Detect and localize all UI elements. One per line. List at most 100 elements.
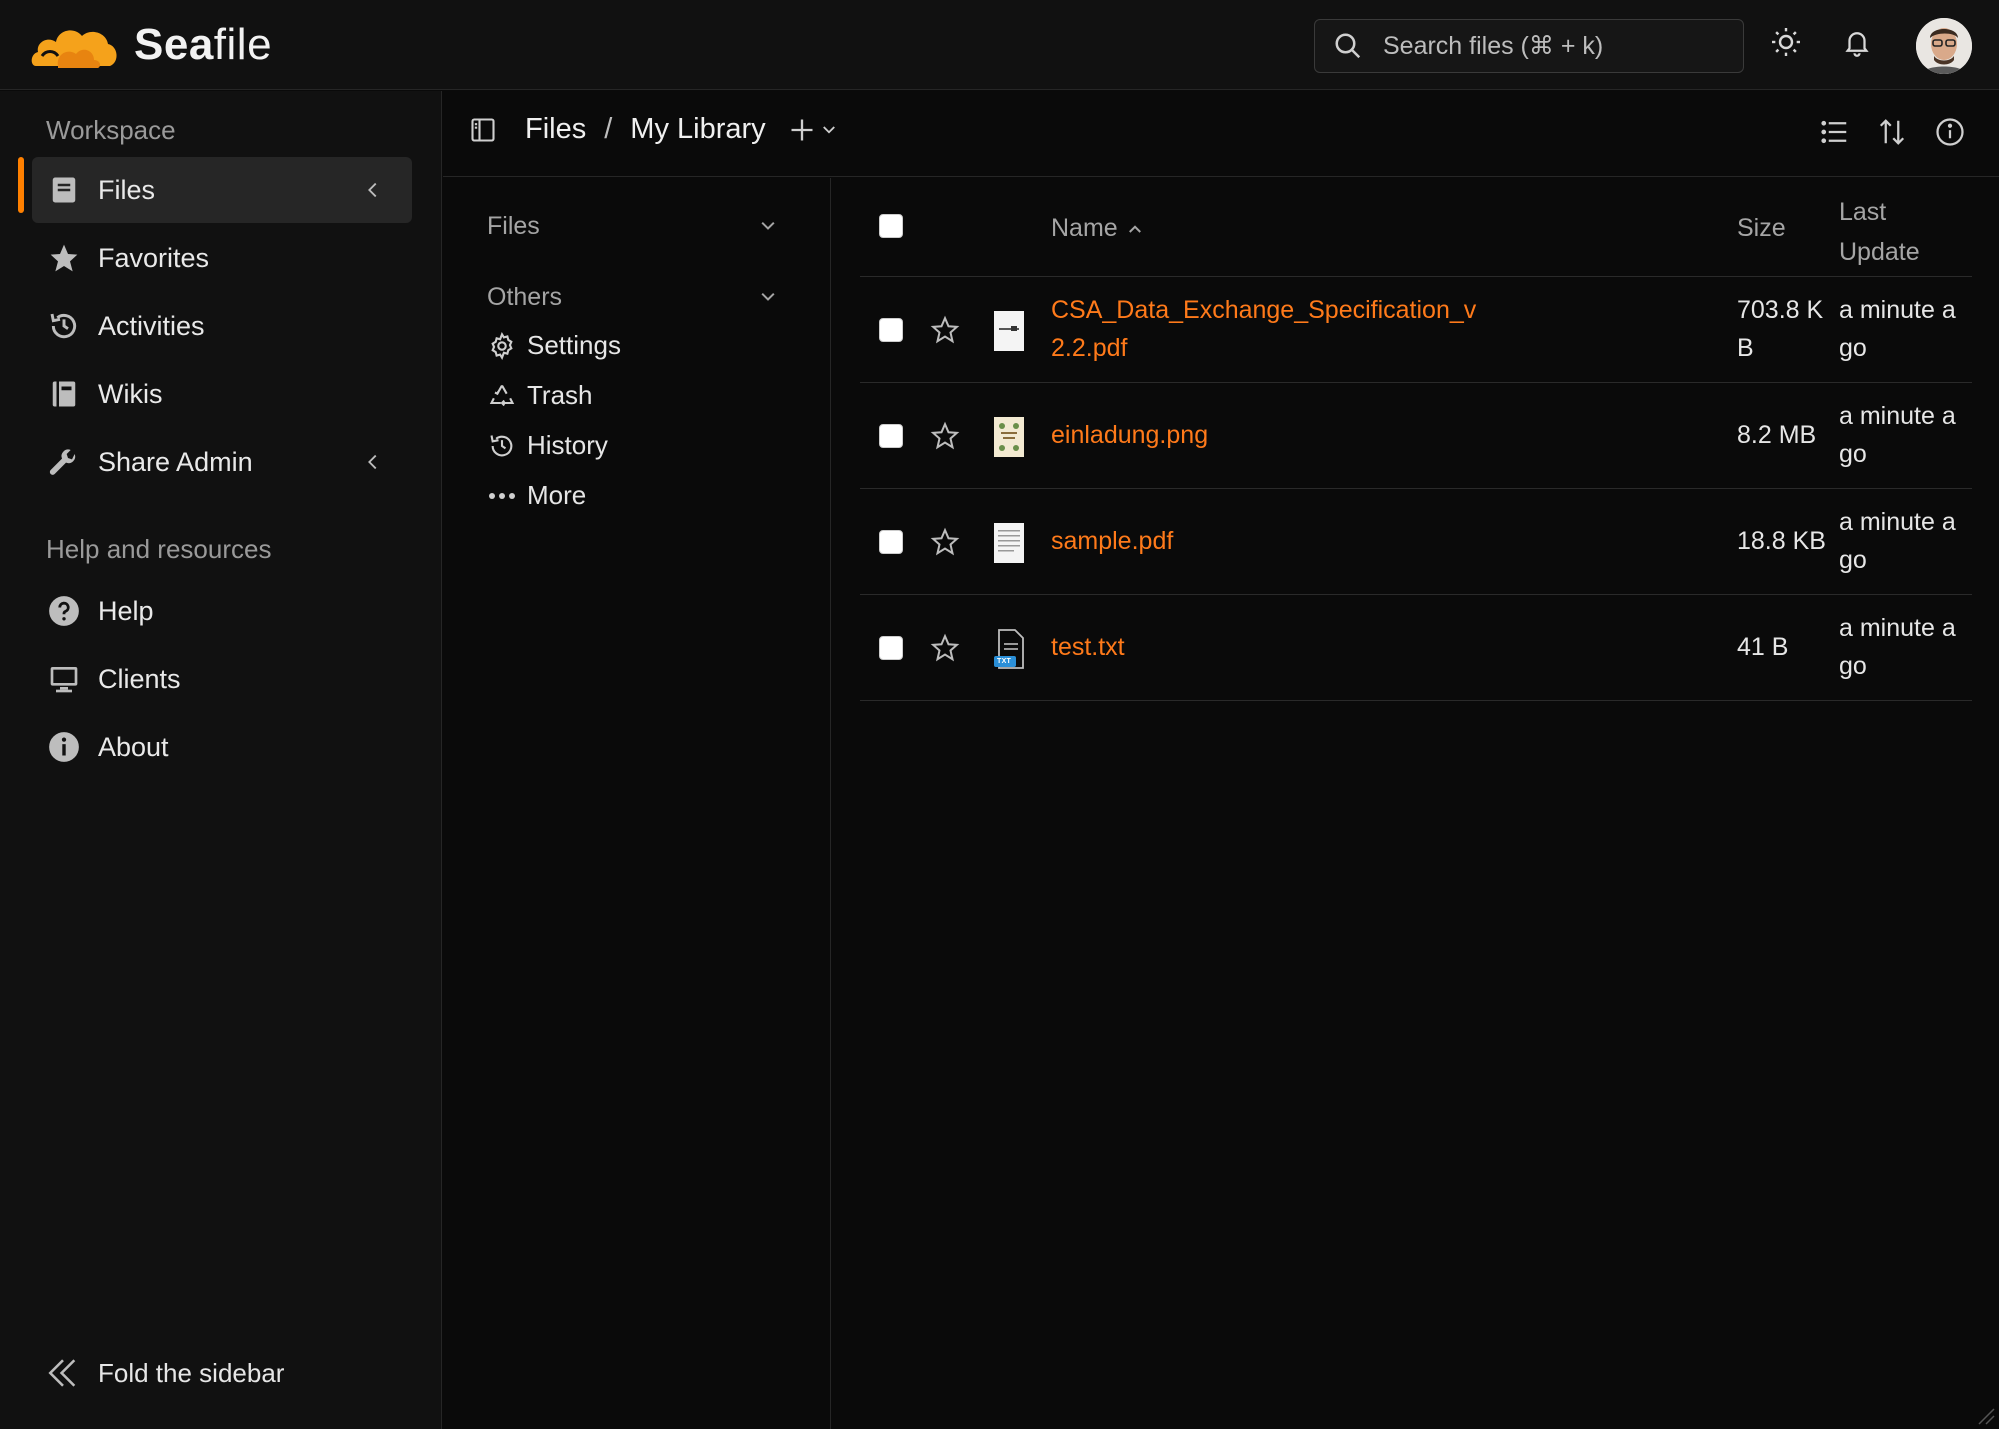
details-button[interactable] [1935, 117, 1965, 147]
column-last-update-header[interactable]: Last Update [1839, 192, 1920, 272]
breadcrumb-library[interactable]: My Library [630, 113, 765, 146]
table-row[interactable]: sample.pdf 18.8 KB a minute a go [860, 489, 1972, 595]
sidebar-item-label: About [98, 731, 169, 762]
more-icon [487, 481, 517, 511]
files-icon [46, 172, 82, 208]
file-size-line: 703.8 K [1737, 296, 1824, 324]
wiki-icon [46, 376, 82, 412]
tree-item-label: History [527, 430, 608, 460]
seafile-logo-icon [31, 30, 117, 68]
file-name-link[interactable]: CSA_Data_Exchange_Specification_v 2.2.pd… [1051, 291, 1511, 367]
library-tree-panel: Files Others Settings Trash History More [443, 178, 831, 1429]
file-name-line: CSA_Data_Exchange_Specification_v [1051, 296, 1477, 324]
sidebar-item-favorites[interactable]: Favorites [32, 225, 412, 291]
tree-item-trash[interactable]: Trash [487, 380, 593, 411]
tree-item-history[interactable]: History [487, 430, 608, 461]
sort-ascending-icon [1128, 224, 1141, 233]
favorite-star-icon[interactable] [930, 633, 960, 663]
activities-icon [46, 308, 82, 344]
file-date-line: go [1839, 334, 1867, 362]
column-size-header[interactable]: Size [1737, 214, 1786, 243]
collapse-chevron-icon[interactable] [362, 177, 384, 203]
favorite-star-icon[interactable] [930, 527, 960, 557]
column-last-update-label-2: Update [1839, 238, 1920, 266]
window-resize-grip[interactable] [1973, 1403, 1995, 1425]
file-name-link[interactable]: sample.pdf [1051, 522, 1511, 560]
file-last-update: a minute a go [1839, 503, 1969, 579]
file-size: 8.2 MB [1737, 416, 1847, 454]
file-table: Name Size Last Update CSA_Data_Exchange_… [860, 178, 1972, 701]
sidebar-item-clients[interactable]: Clients [32, 646, 412, 712]
tree-item-settings[interactable]: Settings [487, 330, 621, 361]
select-all-checkbox[interactable] [879, 214, 903, 238]
tree-item-more[interactable]: More [487, 480, 586, 511]
theme-toggle-button[interactable] [1770, 26, 1802, 58]
question-icon [46, 593, 82, 629]
file-last-update: a minute a go [1839, 291, 1969, 367]
sort-icon [1879, 119, 1905, 145]
file-date-line: go [1839, 546, 1867, 574]
tree-section-others[interactable]: Others [487, 283, 562, 312]
file-name-link[interactable]: test.txt [1051, 628, 1511, 666]
active-indicator [18, 157, 24, 213]
sidebar-item-label: Clients [98, 663, 181, 694]
chevron-down-icon[interactable] [758, 287, 778, 307]
seafile-logo[interactable]: Seafile [28, 14, 272, 76]
file-date-line: a minute a [1839, 508, 1956, 536]
tree-item-label: More [527, 480, 587, 510]
collapse-chevron-icon[interactable] [362, 449, 384, 475]
user-avatar[interactable] [1916, 18, 1972, 74]
wrench-icon [46, 444, 82, 480]
column-last-update-label-1: Last [1839, 198, 1887, 226]
file-size: 41 B [1737, 628, 1847, 666]
toggle-tree-panel-button[interactable] [469, 116, 497, 144]
column-name-label: Name [1051, 214, 1118, 242]
sidebar-item-wikis[interactable]: Wikis [32, 361, 412, 427]
row-checkbox[interactable] [879, 424, 903, 448]
row-checkbox[interactable] [879, 318, 903, 342]
column-name-header[interactable]: Name [1051, 214, 1144, 243]
sidebar-item-label: Activities [98, 310, 205, 341]
file-date-line: a minute a [1839, 296, 1956, 324]
sidebar-item-help[interactable]: Help [32, 578, 412, 644]
breadcrumb-separator: / [604, 113, 613, 145]
fold-sidebar-button[interactable]: Fold the sidebar [46, 1356, 284, 1390]
file-size: 703.8 K B [1737, 291, 1832, 367]
pdf-file-icon [993, 522, 1025, 564]
file-size-line: B [1737, 334, 1754, 362]
table-row[interactable]: CSA_Data_Exchange_Specification_v 2.2.pd… [860, 277, 1972, 383]
left-sidebar: Workspace Files Favorites Activities Wik… [0, 91, 442, 1429]
file-name-link[interactable]: einladung.png [1051, 416, 1511, 454]
sidebar-item-about[interactable]: About [32, 714, 412, 780]
tree-section-files[interactable]: Files [487, 212, 540, 241]
top-header: Seafile Search files (⌘ + k) [0, 0, 1999, 90]
sidebar-item-files[interactable]: Files [32, 157, 412, 223]
search-icon [1335, 33, 1361, 59]
file-size-line: 41 B [1737, 633, 1789, 661]
file-size-line: 18.8 KB [1737, 527, 1826, 555]
resize-grip-icon [1978, 1408, 1995, 1425]
favorite-star-icon[interactable] [930, 315, 960, 345]
list-view-button[interactable] [1819, 117, 1851, 147]
row-checkbox[interactable] [879, 636, 903, 660]
chevron-down-icon[interactable] [758, 216, 778, 236]
sidebar-item-share-admin[interactable]: Share Admin [32, 429, 412, 495]
notifications-button[interactable] [1842, 26, 1872, 58]
sidebar-item-label: Files [98, 174, 156, 205]
table-row[interactable]: TXT test.txt 41 B a minute a go [860, 595, 1972, 701]
sidebar-panel-icon [471, 117, 495, 142]
search-input[interactable]: Search files (⌘ + k) [1314, 19, 1744, 73]
sort-button[interactable] [1877, 117, 1907, 147]
help-resources-heading: Help and resources [46, 534, 272, 564]
favorite-star-icon[interactable] [930, 421, 960, 451]
row-checkbox[interactable] [879, 530, 903, 554]
breadcrumb-files[interactable]: Files [525, 113, 586, 146]
new-item-dropdown-button[interactable] [788, 116, 838, 144]
table-row[interactable]: einladung.png 8.2 MB a minute a go [860, 383, 1972, 489]
logo-wordmark: Seafile [134, 20, 273, 69]
bell-icon [1845, 32, 1869, 57]
sidebar-item-label: Help [98, 595, 154, 626]
trash-icon [487, 381, 517, 411]
file-name-line: test.txt [1051, 633, 1125, 661]
sidebar-item-activities[interactable]: Activities [32, 293, 412, 359]
